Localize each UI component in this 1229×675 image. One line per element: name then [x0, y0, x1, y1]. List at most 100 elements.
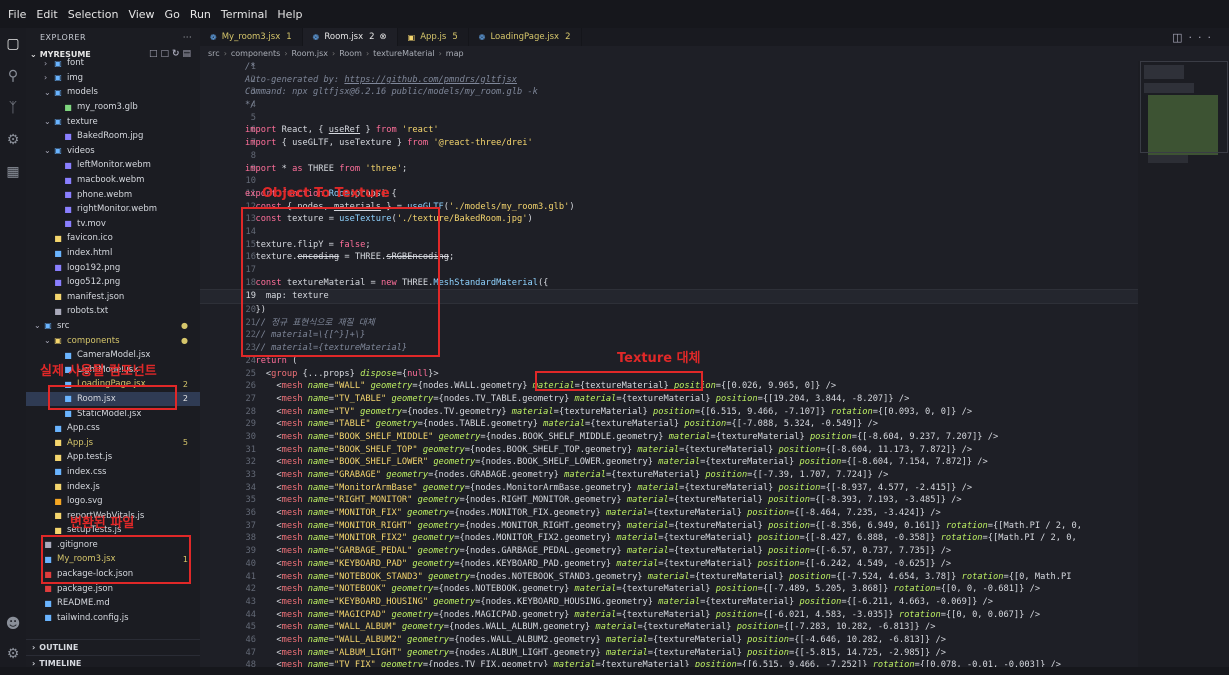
code-line[interactable]: 6 import React, { useRef } from 'react' [200, 124, 1138, 137]
editor-tab[interactable]: ▣ App.js 5 [398, 28, 469, 46]
editor-tab[interactable]: ❁ LoadingPage.jsx 2 [469, 28, 582, 46]
annotation-box-my-room3 [41, 535, 191, 584]
code-line[interactable]: 45 <mesh name="WALL_ALBUM" geometry={nod… [200, 621, 1138, 634]
breadcrumb-item[interactable]: map [446, 49, 464, 58]
code-line[interactable]: 35 <mesh name="RIGHT_MONITOR" geometry={… [200, 494, 1138, 507]
code-line[interactable]: 8 [200, 150, 1138, 163]
tree-file[interactable]: ■ favicon.ico [26, 231, 200, 246]
menu-item[interactable]: Terminal [221, 8, 268, 21]
more-actions-icon[interactable]: ··· [183, 33, 192, 42]
menu-item[interactable]: View [128, 8, 154, 21]
editor-tab[interactable]: ❁ My_room3.jsx 1 [200, 28, 303, 46]
tree-folder[interactable]: › ▣ img [26, 71, 200, 86]
manage-gear-icon[interactable]: ⚙ [0, 638, 26, 670]
menu-item[interactable]: Help [277, 8, 302, 21]
tree-file[interactable]: ■ rightMonitor.webm [26, 202, 200, 217]
code-line[interactable]: 38 <mesh name="MONITOR_FIX2" geometry={n… [200, 532, 1138, 545]
tree-folder[interactable]: ⌄ ▣ videos [26, 144, 200, 159]
accounts-icon[interactable]: ☻ [0, 608, 26, 640]
tree-file[interactable]: ■ leftMonitor.webm [26, 158, 200, 173]
tree-file[interactable]: ■ tv.mov [26, 217, 200, 232]
outline-section[interactable]: › OUTLINE [26, 639, 200, 655]
tree-folder[interactable]: ⌄ ▣ texture [26, 114, 200, 129]
breadcrumb-item[interactable]: Room.jsx [292, 49, 328, 58]
code-line[interactable]: 39 <mesh name="GARBAGE_PEDAL" geometry={… [200, 545, 1138, 558]
code-line[interactable]: 36 <mesh name="MONITOR_FIX" geometry={no… [200, 507, 1138, 520]
breadcrumb-item[interactable]: textureMaterial [373, 49, 434, 58]
tree-file[interactable]: ■ index.html [26, 246, 200, 261]
code-line[interactable]: 27 <mesh name="TV_TABLE" geometry={nodes… [200, 393, 1138, 406]
menu-item[interactable]: Go [165, 8, 180, 21]
menu-item[interactable]: File [8, 8, 26, 21]
code-line[interactable]: 41 <mesh name="NOTEBOOK_STAND3" geometry… [200, 571, 1138, 584]
code-line[interactable]: 43 <mesh name="KEYBOARD_HOUSING" geometr… [200, 596, 1138, 609]
code-line[interactable]: 32 <mesh name="BOOK_SHELF_LOWER" geometr… [200, 456, 1138, 469]
tree-folder[interactable]: ⌄ ▣ models [26, 85, 200, 100]
code-text: <mesh name="GRABAGE" geometry={nodes.GRA… [245, 470, 889, 480]
menu-item[interactable]: Run [190, 8, 211, 21]
code-line[interactable]: 7 import { useGLTF, useTexture } from '@r… [200, 137, 1138, 150]
tree-file[interactable]: ■ phone.webm [26, 187, 200, 202]
tree-file[interactable]: ■ logo.svg [26, 494, 200, 509]
code-line[interactable]: 1/* [200, 61, 1138, 74]
menu-item[interactable]: Edit [36, 8, 57, 21]
tree-file[interactable]: ■ App.css [26, 421, 200, 436]
tree-item-label: font [67, 58, 84, 69]
code-line[interactable]: 9 import * as THREE from 'three'; [200, 163, 1138, 176]
breadcrumb-item[interactable]: components [231, 49, 280, 58]
tree-file[interactable]: ■ index.css [26, 465, 200, 480]
code-line[interactable]: 37 <mesh name="MONITOR_RIGHT" geometry={… [200, 520, 1138, 533]
code-line[interactable]: 5 [200, 112, 1138, 125]
tree-file[interactable]: ■ tailwind.config.js [26, 611, 200, 626]
split-editor-icon[interactable]: ◫ [1172, 31, 1188, 44]
tree-file[interactable]: ■ macbook.webm [26, 173, 200, 188]
code-line[interactable]: 34 <mesh name="MonitorArmBase" geometry=… [200, 482, 1138, 495]
search-icon[interactable]: ⚲ [0, 60, 26, 92]
tree-folder[interactable]: › ▣ font [26, 56, 200, 71]
code-line[interactable]: 40 <mesh name="KEYBOARD_PAD" geometry={n… [200, 558, 1138, 571]
tree-file[interactable]: ■ robots.txt [26, 304, 200, 319]
more-actions-icon[interactable]: ··· [1189, 31, 1218, 44]
code-line[interactable]: 2 Auto-generated by: https://github.com/p… [200, 74, 1138, 87]
code-line[interactable]: 33 <mesh name="GRABAGE" geometry={nodes.… [200, 469, 1138, 482]
debug-icon[interactable]: ⚙ [0, 124, 26, 156]
file-icon: ■ [54, 423, 62, 433]
tree-file[interactable]: ■ logo512.png [26, 275, 200, 290]
code-text: <mesh name="KEYBOARD_HOUSING" geometry={… [245, 596, 993, 607]
close-icon[interactable]: ⊗ [380, 32, 387, 42]
editor-actions[interactable]: ◫ ··· [1172, 28, 1217, 46]
breadcrumb-item[interactable]: Room [339, 49, 362, 58]
code-line[interactable]: 4 */ [200, 99, 1138, 112]
tree-item-label: components [67, 335, 120, 346]
editor-tab[interactable]: ❁ Room.jsx 2 ⊗ [302, 28, 398, 46]
code-line[interactable]: 44 <mesh name="MAGICPAD" geometry={nodes… [200, 609, 1138, 622]
code-line[interactable]: 47 <mesh name="ALBUM_LIGHT" geometry={no… [200, 647, 1138, 660]
tree-folder[interactable]: ⌄ ▣ src ● [26, 319, 200, 334]
file-icon: ■ [54, 438, 62, 448]
tree-file[interactable]: ■ App.test.js [26, 450, 200, 465]
tree-file[interactable]: ■ logo192.png [26, 260, 200, 275]
tree-file[interactable]: ■ BakedRoom.jpg [26, 129, 200, 144]
code-line[interactable]: 46 <mesh name="WALL_ALBUM2" geometry={no… [200, 634, 1138, 647]
breadcrumb-item[interactable]: src [208, 49, 220, 58]
source-control-icon[interactable]: ᛉ [0, 92, 26, 124]
extensions-icon[interactable]: ▦ [0, 156, 26, 188]
tree-folder[interactable]: ⌄ ▣ components ● [26, 333, 200, 348]
code-line[interactable]: 48 <mesh name="TV_FIX" geometry={nodes.T… [200, 659, 1138, 667]
code-line[interactable]: 42 <mesh name="NOTEBOOK" geometry={nodes… [200, 583, 1138, 596]
timeline-section[interactable]: › TIMELINE [26, 655, 200, 667]
code-line[interactable]: 28 <mesh name="TV" geometry={nodes.TV.ge… [200, 406, 1138, 419]
code-line[interactable]: 30 <mesh name="BOOK_SHELF_MIDDLE" geomet… [200, 431, 1138, 444]
code-line[interactable]: 29 <mesh name="TABLE" geometry={nodes.TA… [200, 418, 1138, 431]
tree-file[interactable]: ■ manifest.json [26, 290, 200, 305]
code-line[interactable]: 31 <mesh name="BOOK_SHELF_TOP" geometry=… [200, 444, 1138, 457]
explorer-icon[interactable]: ▢ [0, 28, 26, 60]
tree-file[interactable]: ■ README.md [26, 596, 200, 611]
tree-item-label: src [57, 320, 70, 331]
tree-file[interactable]: ■ index.js [26, 479, 200, 494]
tree-file[interactable]: ■ App.js 5 [26, 435, 200, 450]
tree-file[interactable]: ■ my_room3.glb [26, 100, 200, 115]
minimap[interactable] [1138, 61, 1229, 667]
menu-item[interactable]: Selection [68, 8, 119, 21]
code-line[interactable]: 3 Command: npx gltfjsx@6.2.16 public/mode… [200, 86, 1138, 99]
